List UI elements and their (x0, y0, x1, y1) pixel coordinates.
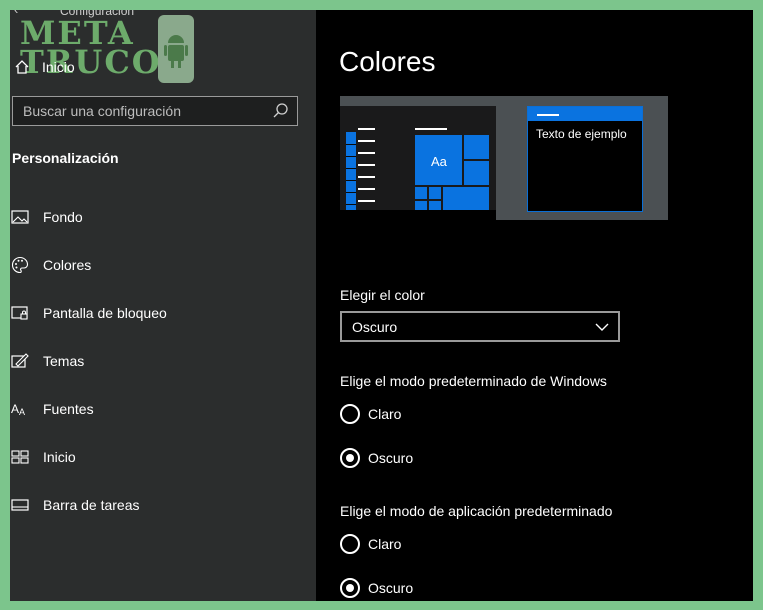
radio-label: Oscuro (368, 450, 414, 466)
color-mode-dropdown[interactable]: Oscuro (340, 311, 620, 342)
settings-window: ‹ Configuración META TRUCO Inicio (10, 10, 753, 601)
sidebar: ‹ Configuración META TRUCO Inicio (10, 10, 316, 601)
preview-window-titlebar (528, 107, 642, 121)
windows-mode-label: Elige el modo predeterminado de Windows (340, 373, 607, 389)
radio-button-selected[interactable] (340, 448, 360, 468)
fonts-icon: AA (10, 399, 30, 419)
home-icon (14, 59, 30, 75)
choose-color-label: Elegir el color (340, 287, 425, 303)
sidebar-item-label: Temas (43, 353, 85, 369)
sidebar-item-pantalla-de-bloqueo[interactable]: Pantalla de bloqueo (10, 296, 316, 330)
preview-sample-text: Texto de ejemplo (536, 127, 627, 141)
windows-mode-light-option[interactable]: Claro (340, 403, 401, 425)
page-title: Colores (339, 46, 436, 77)
android-icon (158, 15, 194, 83)
sidebar-item-label: Fuentes (43, 401, 94, 417)
sidebar-item-label: Pantalla de bloqueo (43, 305, 167, 321)
sidebar-item-label: Colores (43, 257, 92, 273)
home-label: Inicio (42, 59, 75, 75)
sidebar-item-barra-de-tareas[interactable]: Barra de tareas (10, 488, 316, 522)
taskbar-icon (10, 495, 30, 515)
chevron-down-icon (594, 319, 610, 335)
radio-button-selected[interactable] (340, 578, 360, 598)
preview-taskbar (340, 210, 496, 220)
search-box[interactable] (12, 96, 298, 126)
dropdown-value: Oscuro (352, 318, 398, 335)
search-icon[interactable] (271, 101, 291, 121)
sidebar-item-label: Barra de tareas (43, 497, 140, 513)
picture-icon (10, 207, 30, 227)
app-mode-dark-option[interactable]: Oscuro (340, 577, 413, 599)
app-mode-label: Elige el modo de aplicación predetermina… (340, 503, 613, 519)
sidebar-item-label: Fondo (43, 209, 83, 225)
windows-mode-dark-option[interactable]: Oscuro (340, 447, 413, 469)
svg-text:A: A (11, 402, 19, 416)
sidebar-item-inicio[interactable]: Inicio (10, 440, 316, 474)
color-preview: Aa Texto de ejemplo (340, 96, 668, 220)
section-title: Personalización (12, 150, 119, 166)
radio-button[interactable] (340, 534, 360, 554)
preview-tile-label: Aa (431, 154, 447, 169)
main-content: Colores Aa Texto de ejemplo Elegir el co… (316, 10, 753, 601)
home-link[interactable]: Inicio (14, 56, 75, 78)
radio-button[interactable] (340, 404, 360, 424)
svg-text:A: A (19, 407, 25, 417)
sidebar-item-label: Inicio (43, 449, 76, 465)
radio-label: Oscuro (368, 580, 414, 596)
radio-label: Claro (368, 406, 402, 422)
sidebar-item-fuentes[interactable]: AA Fuentes (10, 392, 316, 426)
sidebar-item-colores[interactable]: Colores (10, 248, 316, 282)
sidebar-item-fondo[interactable]: Fondo (10, 200, 316, 234)
app-mode-light-option[interactable]: Claro (340, 533, 401, 555)
preview-window: Texto de ejemplo (527, 106, 643, 212)
start-icon (10, 447, 30, 467)
lock-screen-icon (10, 303, 30, 323)
themes-icon (10, 351, 30, 371)
radio-label: Claro (368, 536, 402, 552)
sidebar-item-temas[interactable]: Temas (10, 344, 316, 378)
preview-start-menu (340, 106, 496, 220)
palette-icon (10, 255, 30, 275)
search-input[interactable] (13, 102, 271, 120)
